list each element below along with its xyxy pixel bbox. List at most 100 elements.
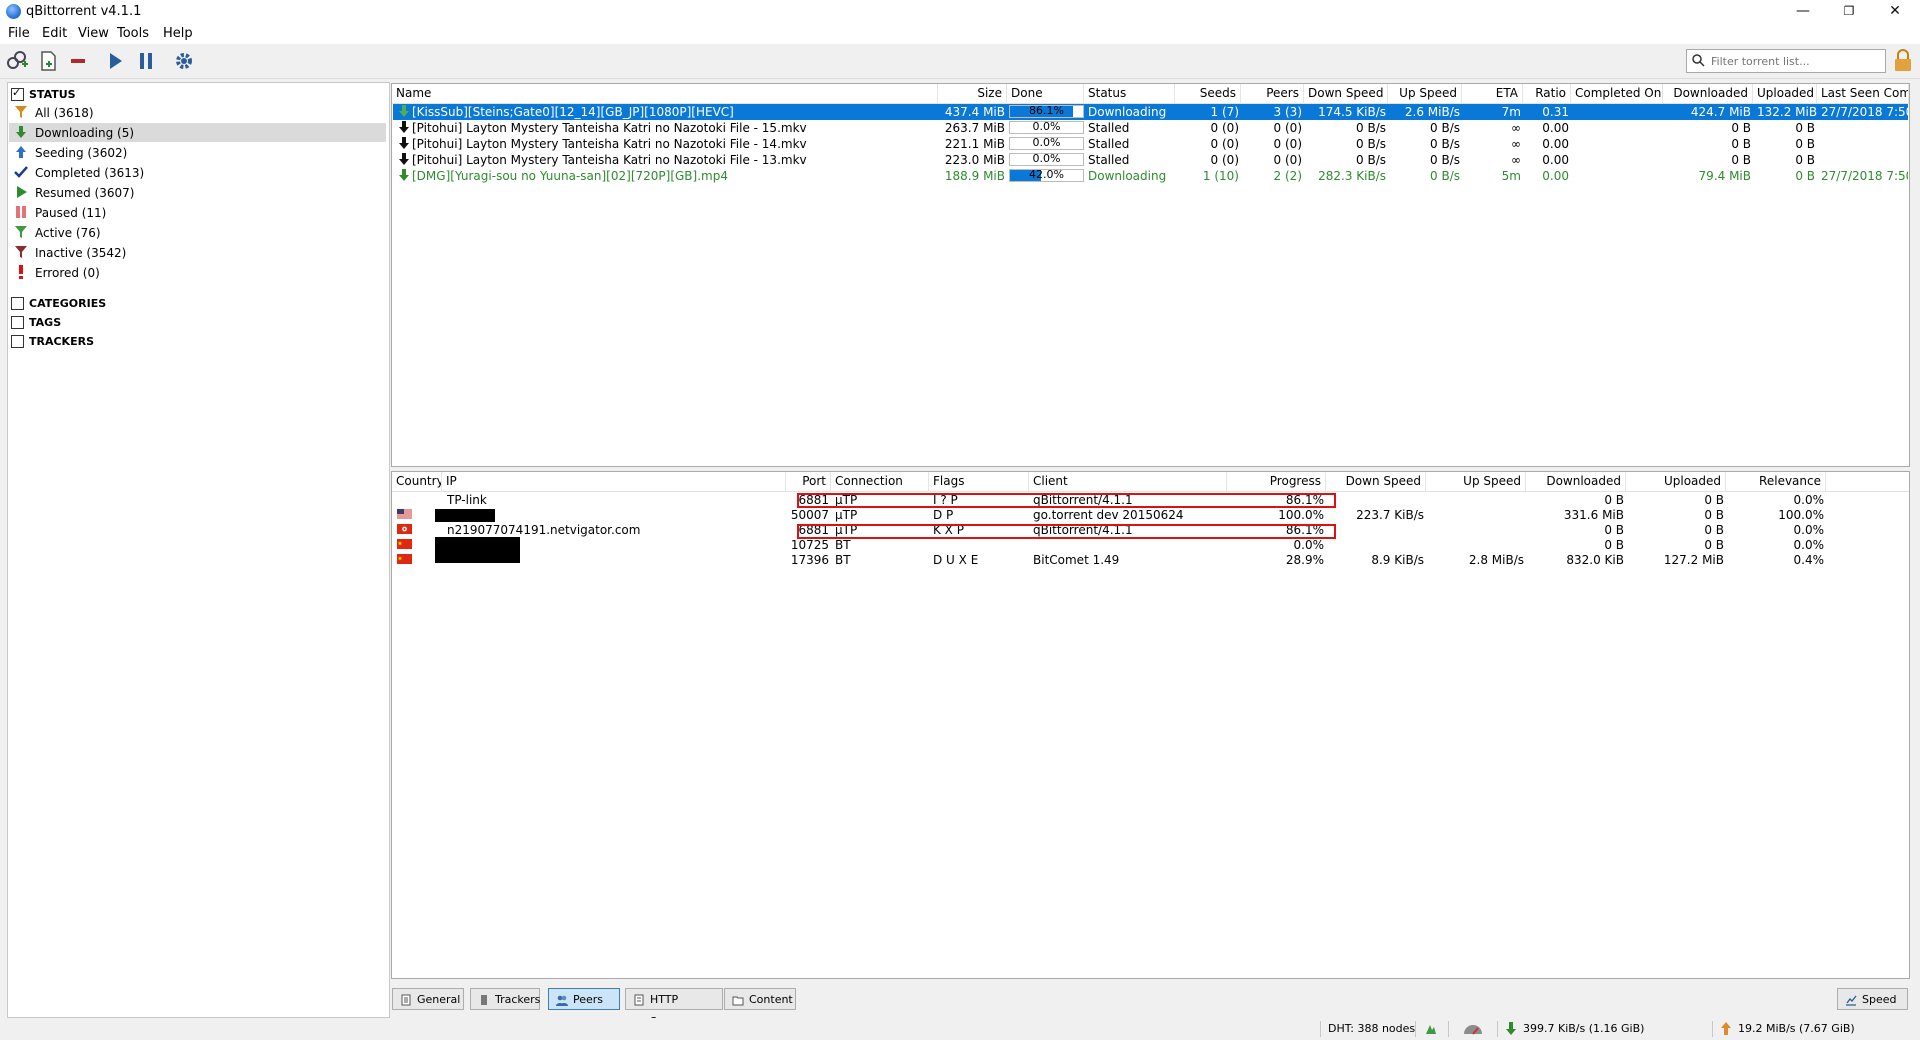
tab-general[interactable]: General — [392, 988, 464, 1010]
sidebar-item-inactive[interactable]: Inactive (3542) — [9, 243, 386, 262]
resume-button[interactable] — [102, 48, 128, 74]
speed-button[interactable]: Speed — [1837, 988, 1908, 1010]
upload-speed-status[interactable]: 19.2 MiB/s (7.67 GiB) — [1738, 1022, 1855, 1035]
column-header-port[interactable]: Port — [786, 472, 831, 491]
peer-cell-connection: BT — [835, 553, 851, 567]
peer-row[interactable]: n219077074191.netvigator.com 6881 μTP K X P… — [393, 522, 1908, 537]
sidebar-item-paused[interactable]: Paused (11) — [9, 203, 386, 222]
tab-trackers[interactable]: Trackers — [470, 988, 540, 1010]
column-header-down-speed[interactable]: Down Speed — [1304, 84, 1388, 103]
filter-icon — [15, 246, 27, 258]
download-speed-status[interactable]: 399.7 KiB/s (1.16 GiB) — [1523, 1022, 1644, 1035]
torrent-cell-name: [Pitohui] Layton Mystery Tanteisha Katri… — [412, 137, 807, 151]
sidebar-item-resumed[interactable]: Resumed (3607) — [9, 183, 386, 202]
tab-content[interactable]: Content — [724, 988, 796, 1010]
peer-row[interactable]: TP-link 6881 μTP I ? P qBittorrent/4.1.1 86.1… — [393, 492, 1908, 507]
pause-button[interactable] — [133, 48, 159, 74]
sidebar-item-all[interactable]: All (3618) — [9, 103, 386, 122]
column-header-last-seen[interactable]: Last Seen Comple — [1817, 84, 1909, 103]
column-header-ratio[interactable]: Ratio — [1523, 84, 1571, 103]
peer-cell-down-speed: 223.7 KiB/s — [1356, 508, 1424, 522]
column-header-peers[interactable]: Peers — [1241, 84, 1304, 103]
torrent-cell-name: [Pitohui] Layton Mystery Tanteisha Katri… — [412, 153, 807, 167]
torrent-row[interactable]: [Pitohui] Layton Mystery Tanteisha Katri… — [393, 152, 1908, 168]
remove-torrent-button[interactable] — [66, 48, 92, 74]
peer-cell-up-speed: 2.8 MiB/s — [1468, 553, 1524, 567]
column-header-size[interactable]: Size — [938, 84, 1007, 103]
torrent-cell-size: 263.7 MiB — [944, 121, 1005, 135]
column-header-ip[interactable]: IP — [442, 472, 786, 491]
column-header-up-speed[interactable]: Up Speed — [1426, 472, 1526, 491]
close-button[interactable]: ✕ — [1872, 0, 1918, 24]
pause-icon — [16, 206, 26, 218]
categories-section-checkbox[interactable] — [11, 297, 24, 310]
column-header-seeds[interactable]: Seeds — [1175, 84, 1241, 103]
column-header-client[interactable]: Client — [1029, 472, 1227, 491]
filter-torrent-box[interactable] — [1686, 49, 1886, 73]
minimize-button[interactable]: — — [1780, 0, 1826, 24]
sidebar-item-label: Errored (0) — [35, 266, 100, 280]
column-header-up-speed[interactable]: Up Speed — [1388, 84, 1462, 103]
trackers-section-checkbox[interactable] — [11, 335, 24, 348]
column-header-downloaded[interactable]: Downloaded — [1526, 472, 1626, 491]
lock-icon[interactable] — [1893, 48, 1913, 72]
column-header-progress[interactable]: Progress — [1227, 472, 1326, 491]
column-header-name[interactable]: Name — [392, 84, 938, 103]
column-header-status[interactable]: Status — [1084, 84, 1175, 103]
peer-cell-client: go.torrent dev 20150624 — [1033, 508, 1184, 522]
peer-row[interactable]: 10725 BT 0.0% 0 B 0 B 0.0% — [393, 537, 1908, 561]
sidebar-item-seeding[interactable]: Seeding (3602) — [9, 143, 386, 162]
title-bar: qBittorrent v4.1.1 — ❐ ✕ — [0, 0, 1920, 24]
peer-cell-up-speed — [1427, 507, 1527, 523]
torrent-cell-uploaded: 0 B — [1795, 137, 1815, 151]
torrent-row[interactable]: [DMG][Yuragi-sou no Yuuna-san][02][720P]… — [393, 168, 1908, 184]
peer-row[interactable]: 17396 BT D U X E BitComet 1.49 28.9% 8.9 KiB/… — [393, 548, 1908, 567]
column-header-relevance[interactable]: Relevance — [1726, 472, 1826, 491]
column-header-eta[interactable]: ETA — [1462, 84, 1523, 103]
torrent-cell-seeds: 0 (0) — [1210, 137, 1239, 151]
sidebar-item-errored[interactable]: Errored (0) — [9, 263, 386, 282]
menu-file[interactable]: File — [8, 26, 30, 41]
torrent-cell-last-seen — [1818, 120, 1908, 136]
maximize-button[interactable]: ❐ — [1826, 0, 1872, 24]
tab-peers[interactable]: Peers — [548, 988, 620, 1010]
column-header-done[interactable]: Done — [1007, 84, 1084, 103]
menu-help[interactable]: Help — [163, 26, 193, 41]
users-icon — [556, 995, 568, 1006]
column-header-downloaded[interactable]: Downloaded — [1663, 84, 1753, 103]
tags-section-checkbox[interactable] — [11, 316, 24, 329]
status-separator — [1497, 1021, 1498, 1037]
sidebar-item-completed[interactable]: Completed (3613) — [9, 163, 386, 182]
menu-view[interactable]: View — [78, 26, 109, 41]
torrent-row[interactable]: [Pitohui] Layton Mystery Tanteisha Katri… — [393, 120, 1908, 136]
sidebar-item-active[interactable]: Active (76) — [9, 223, 386, 242]
sidebar-item-downloading[interactable]: Downloading (5) — [9, 123, 386, 142]
add-torrent-file-button[interactable] — [35, 48, 61, 74]
stalled-download-icon — [399, 137, 409, 149]
connection-status-icon[interactable] — [1423, 1021, 1439, 1037]
column-header-down-speed[interactable]: Down Speed — [1326, 472, 1426, 491]
progress-bar: 0.0% — [1009, 120, 1084, 134]
country-flag-icon — [397, 539, 412, 549]
add-torrent-link-button[interactable] — [4, 48, 30, 74]
column-header-country[interactable]: Country — [392, 472, 442, 491]
filter-torrent-input[interactable] — [1709, 52, 1883, 70]
column-header-connection[interactable]: Connection — [831, 472, 929, 491]
speed-limit-icon[interactable] — [1462, 1021, 1484, 1037]
menu-edit[interactable]: Edit — [42, 26, 67, 41]
peer-cell-progress: 86.1% — [1285, 523, 1324, 537]
torrent-cell-uploaded: 0 B — [1795, 169, 1815, 183]
peer-cell-down-speed — [1327, 522, 1427, 538]
window-title: qBittorrent v4.1.1 — [26, 4, 142, 19]
column-header-uploaded[interactable]: Uploaded — [1753, 84, 1817, 103]
column-header-completed-on[interactable]: Completed On — [1571, 84, 1663, 103]
tab-http-sources[interactable]: HTTP Sources — [625, 988, 723, 1028]
column-header-uploaded[interactable]: Uploaded — [1626, 472, 1726, 491]
torrent-row[interactable]: [Pitohui] Layton Mystery Tanteisha Katri… — [393, 136, 1908, 152]
status-section-checkbox[interactable] — [11, 86, 24, 101]
menu-tools[interactable]: Tools — [117, 26, 149, 41]
column-header-flags[interactable]: Flags — [929, 472, 1029, 491]
peer-row[interactable]: 50007 μTP D P go.torrent dev 20150624 100.0%… — [393, 507, 1908, 522]
options-button[interactable] — [171, 48, 197, 74]
torrent-row[interactable]: [KissSub][Steins;Gate0][12_14][GB_JP][10… — [393, 104, 1908, 120]
